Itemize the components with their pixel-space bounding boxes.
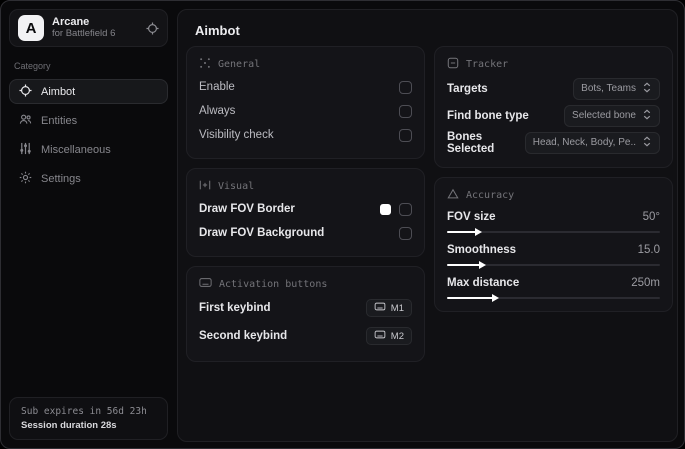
general-card-title: General bbox=[218, 59, 261, 70]
keybind-value: M2 bbox=[390, 330, 404, 342]
frame-plus-icon bbox=[199, 179, 211, 194]
accuracy-card-title: Accuracy bbox=[466, 190, 515, 201]
scan-icon bbox=[199, 57, 211, 72]
logo-card: A Arcane for Battlefield 6 bbox=[9, 9, 168, 47]
slider-value: 15.0 bbox=[637, 244, 660, 256]
always-checkbox[interactable] bbox=[399, 104, 412, 118]
setting-label: Visibility check bbox=[199, 129, 274, 141]
setting-label: Bones Selected bbox=[447, 130, 495, 155]
slider-value: 50° bbox=[642, 211, 660, 223]
setting-row-second-keybind: Second keybind M2 bbox=[199, 323, 412, 349]
sidebar-item-label: Aimbot bbox=[41, 85, 76, 98]
setting-label: FOV size bbox=[447, 211, 496, 223]
setting-row-fov-size: FOV size 50° bbox=[447, 211, 660, 236]
gear-icon bbox=[19, 171, 32, 187]
setting-row-bones-selected: Bones Selected Head, Neck, Body, Pe.. bbox=[447, 130, 660, 155]
unfold-icon bbox=[642, 108, 652, 123]
visibility-check-checkbox[interactable] bbox=[399, 128, 412, 142]
dropdown-value: Bots, Teams bbox=[581, 83, 636, 94]
category-label: Category bbox=[14, 61, 51, 71]
setting-label: Always bbox=[199, 105, 236, 117]
page-title: Aimbot bbox=[195, 23, 240, 38]
setting-label: Draw FOV Background bbox=[199, 227, 325, 239]
fov-border-color-swatch[interactable] bbox=[380, 203, 391, 215]
slider-value: 250m bbox=[631, 277, 660, 289]
setting-row-always: Always bbox=[199, 100, 412, 122]
draw-fov-background-checkbox[interactable] bbox=[399, 226, 412, 240]
sidebar-item-label: Miscellaneous bbox=[41, 143, 111, 156]
slider-thumb[interactable] bbox=[479, 261, 487, 269]
dropdown-value: Head, Neck, Body, Pe.. bbox=[532, 137, 636, 148]
second-keybind-button[interactable]: M2 bbox=[365, 327, 412, 345]
subscription-box: Sub expires in 56d 23h Session duration … bbox=[9, 397, 168, 440]
dropdown-value: Selected bone bbox=[572, 110, 636, 121]
keyboard-icon bbox=[199, 277, 212, 291]
slider-thumb[interactable] bbox=[474, 228, 482, 236]
keyboard-icon bbox=[374, 302, 386, 314]
setting-row-draw-fov-border: Draw FOV Border bbox=[199, 198, 412, 220]
sidebar-item-label: Entities bbox=[41, 114, 78, 127]
setting-label: Second keybind bbox=[199, 330, 288, 342]
entities-icon bbox=[19, 113, 32, 129]
session-duration-text: Session duration 28s bbox=[21, 420, 117, 431]
draw-fov-border-checkbox[interactable] bbox=[399, 202, 412, 216]
smoothness-slider[interactable] bbox=[447, 261, 660, 269]
tracker-card-title: Tracker bbox=[466, 59, 509, 70]
first-keybind-button[interactable]: M1 bbox=[365, 299, 412, 317]
setting-label: Max distance bbox=[447, 277, 520, 289]
setting-label: First keybind bbox=[199, 302, 271, 314]
app-logo: A bbox=[18, 15, 44, 41]
triangle-icon bbox=[447, 188, 459, 203]
keybind-value: M1 bbox=[390, 302, 404, 314]
sidebar: A Arcane for Battlefield 6 Category Aimb… bbox=[1, 1, 176, 448]
accuracy-card: Accuracy FOV size 50° Smoothness 15.0 Ma… bbox=[434, 177, 673, 312]
setting-row-visibility-check: Visibility check bbox=[199, 124, 412, 146]
setting-row-max-distance: Max distance 250m bbox=[447, 277, 660, 302]
slider-thumb[interactable] bbox=[491, 294, 499, 302]
bones-selected-dropdown[interactable]: Head, Neck, Body, Pe.. bbox=[524, 131, 660, 154]
setting-row-enable: Enable bbox=[199, 76, 412, 98]
enable-checkbox[interactable] bbox=[399, 80, 412, 94]
setting-row-first-keybind: First keybind M1 bbox=[199, 295, 412, 321]
visual-card: Visual Draw FOV Border Draw FOV Backgrou… bbox=[186, 168, 425, 257]
setting-row-find-bone-type: Find bone type Selected bone bbox=[447, 103, 660, 128]
setting-label: Smoothness bbox=[447, 244, 517, 256]
activation-buttons-card: Activation buttons First keybind M1 Seco… bbox=[186, 266, 425, 362]
max-distance-slider[interactable] bbox=[447, 294, 660, 302]
app-name: Arcane bbox=[52, 16, 90, 29]
sidebar-item-label: Settings bbox=[41, 172, 81, 185]
setting-label: Draw FOV Border bbox=[199, 203, 295, 215]
square-minus-icon bbox=[447, 57, 459, 72]
sidebar-item-miscellaneous[interactable]: Miscellaneous bbox=[9, 137, 168, 162]
tracker-card: Tracker Targets Bots, Teams Find bone ty… bbox=[434, 46, 673, 168]
sliders-icon bbox=[19, 142, 32, 158]
crosshair-button[interactable] bbox=[146, 21, 159, 35]
unfold-icon bbox=[642, 81, 652, 96]
unfold-icon bbox=[642, 135, 652, 150]
keyboard-icon bbox=[374, 330, 386, 342]
visual-card-title: Visual bbox=[218, 181, 255, 192]
setting-row-draw-fov-background: Draw FOV Background bbox=[199, 222, 412, 244]
sub-expiry-text: Sub expires in 56d 23h bbox=[21, 406, 147, 417]
setting-row-targets: Targets Bots, Teams bbox=[447, 76, 660, 101]
fov-size-slider[interactable] bbox=[447, 228, 660, 236]
crosshair-icon bbox=[19, 83, 32, 100]
setting-label: Find bone type bbox=[447, 109, 529, 122]
sidebar-item-aimbot[interactable]: Aimbot bbox=[9, 79, 168, 104]
targets-dropdown[interactable]: Bots, Teams bbox=[573, 77, 660, 100]
setting-label: Enable bbox=[199, 81, 235, 93]
app-subtitle: for Battlefield 6 bbox=[52, 27, 116, 39]
setting-row-smoothness: Smoothness 15.0 bbox=[447, 244, 660, 269]
find-bone-type-dropdown[interactable]: Selected bone bbox=[564, 104, 660, 127]
main-panel: Aimbot General Enable Always Visibility … bbox=[177, 9, 678, 442]
app-window: A Arcane for Battlefield 6 Category Aimb… bbox=[0, 0, 685, 449]
setting-label: Targets bbox=[447, 82, 488, 95]
sidebar-item-settings[interactable]: Settings bbox=[9, 166, 168, 191]
general-card: General Enable Always Visibility check bbox=[186, 46, 425, 159]
activation-card-title: Activation buttons bbox=[219, 278, 328, 290]
sidebar-item-entities[interactable]: Entities bbox=[9, 108, 168, 133]
